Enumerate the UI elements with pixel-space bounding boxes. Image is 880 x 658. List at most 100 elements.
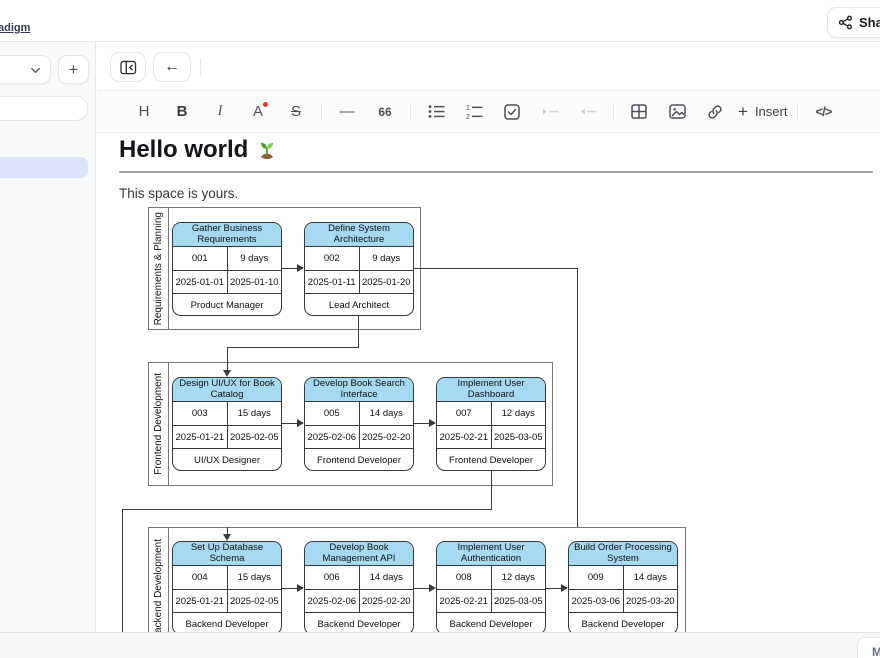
external-link[interactable]: adigm (0, 22, 30, 34)
task-start-date: 2025-01-21 (173, 426, 228, 448)
chevron-down-icon (30, 65, 41, 76)
arrowhead (297, 264, 304, 272)
back-button[interactable]: ← (153, 52, 191, 82)
task-title: Set Up Database Schema (173, 542, 281, 566)
bottom-right-button[interactable]: M (857, 637, 880, 658)
share-button[interactable]: Share (827, 7, 880, 38)
task-card[interactable]: Develop Book Search Interface 005 14 day… (304, 377, 414, 471)
app-window: adigm Share + (0, 0, 880, 658)
sidebar-search[interactable] (0, 96, 88, 121)
task-title: Implement User Authentication (437, 542, 545, 566)
swimlane-label-column: Requirements & Planning (149, 208, 169, 329)
image-icon (669, 104, 686, 119)
sidebar-toggle-button[interactable] (110, 52, 146, 82)
link-icon (707, 104, 723, 120)
divider (797, 103, 798, 121)
quote-button[interactable]: 66 (366, 98, 404, 126)
task-id: 005 (305, 402, 360, 425)
sidebar-item-selected[interactable] (0, 157, 88, 178)
link-button[interactable] (696, 98, 734, 126)
divider-block-button[interactable]: — (328, 98, 366, 126)
connector (282, 268, 298, 269)
task-role: Frontend Developer (437, 449, 545, 471)
indent-increase-button (531, 98, 569, 126)
task-start-date: 2025-01-21 (173, 590, 228, 612)
document-title-text: Hello world (119, 136, 248, 164)
task-card[interactable]: Develop Book Management API 006 14 days … (304, 541, 414, 635)
task-id: 002 (305, 247, 360, 270)
arrowhead (297, 419, 304, 427)
arrowhead (297, 584, 304, 592)
task-card[interactable]: Implement User Authentication 008 12 day… (436, 541, 546, 635)
task-start-date: 2025-01-01 (173, 271, 228, 293)
bold-button[interactable]: B (163, 98, 201, 126)
task-end-date: 2025-02-05 (228, 426, 282, 448)
swimlane-label-column: Frontend Development (149, 363, 169, 485)
task-card[interactable]: Build Order Processing System 009 14 day… (568, 541, 678, 635)
numbered-list-button[interactable]: 1 2 (455, 98, 493, 126)
task-role: Lead Architect (305, 294, 413, 316)
bottom-strip: M (0, 632, 880, 658)
connector (122, 509, 492, 510)
indent-increase-icon (542, 105, 559, 119)
bulleted-list-button[interactable] (417, 98, 455, 126)
task-start-date: 2025-02-21 (437, 590, 492, 612)
divider (200, 58, 201, 76)
italic-button[interactable]: I (201, 98, 239, 126)
todo-list-button[interactable] (493, 98, 531, 126)
connector (414, 268, 577, 269)
connector (577, 268, 578, 527)
task-id: 007 (437, 402, 492, 425)
connector (227, 347, 359, 348)
task-start-date: 2025-02-06 (305, 426, 360, 448)
image-button[interactable] (658, 98, 696, 126)
task-title: Develop Book Search Interface (305, 378, 413, 402)
task-card[interactable]: Design UI/UX for Book Catalog 003 15 day… (172, 377, 282, 471)
task-end-date: 2025-01-10 (228, 271, 282, 293)
task-end-date: 2025-02-20 (360, 590, 414, 612)
task-start-date: 2025-01-11 (305, 271, 360, 293)
insert-button[interactable]: + Insert (734, 98, 791, 126)
indent-decrease-icon (580, 105, 597, 119)
insert-label: Insert (755, 104, 788, 119)
connector (414, 423, 430, 424)
workspace-selector[interactable] (0, 55, 51, 84)
strikethrough-button[interactable]: S (277, 98, 315, 126)
svg-text:1: 1 (466, 105, 470, 112)
task-duration: 9 days (360, 247, 414, 270)
table-button[interactable] (620, 98, 658, 126)
sidebar: + (0, 42, 96, 632)
todo-list-icon (504, 104, 520, 120)
sidebar-toggle-icon (120, 60, 137, 75)
task-card[interactable]: Implement User Dashboard 007 12 days 202… (436, 377, 546, 471)
heading-button[interactable]: H (125, 98, 163, 126)
divider (410, 103, 411, 121)
main-header: ← Introduction (97, 42, 880, 90)
numbered-list-icon: 1 2 (466, 104, 483, 120)
svg-text:2: 2 (466, 114, 470, 120)
swimlane-label: Requirements & Planning (153, 212, 164, 325)
task-end-date: 2025-02-20 (360, 426, 414, 448)
arrowhead (429, 584, 436, 592)
task-role: Product Manager (173, 294, 281, 316)
task-start-date: 2025-02-06 (305, 590, 360, 612)
code-block-button[interactable]: </> (804, 98, 842, 126)
bulleted-list-icon (428, 104, 445, 119)
swimlane-label: Frontend Development (153, 373, 164, 475)
task-card[interactable]: Gather Business Requirements 001 9 days … (172, 222, 282, 316)
task-duration: 9 days (228, 247, 282, 270)
red-dot (263, 102, 268, 107)
task-id: 006 (305, 566, 360, 589)
task-title: Design UI/UX for Book Catalog (173, 378, 281, 402)
new-doc-button[interactable]: + (58, 55, 89, 84)
indent-decrease-button (569, 98, 607, 126)
task-title: Develop Book Management API (305, 542, 413, 566)
task-card[interactable]: Define System Architecture 002 9 days 20… (304, 222, 414, 316)
task-duration: 12 days (492, 566, 546, 589)
arrowhead (561, 584, 568, 592)
divider (613, 103, 614, 121)
task-card[interactable]: Set Up Database Schema 004 15 days 2025-… (172, 541, 282, 635)
text-color-button[interactable]: A (239, 98, 277, 126)
connector (122, 509, 123, 632)
task-title: Build Order Processing System (569, 542, 677, 566)
